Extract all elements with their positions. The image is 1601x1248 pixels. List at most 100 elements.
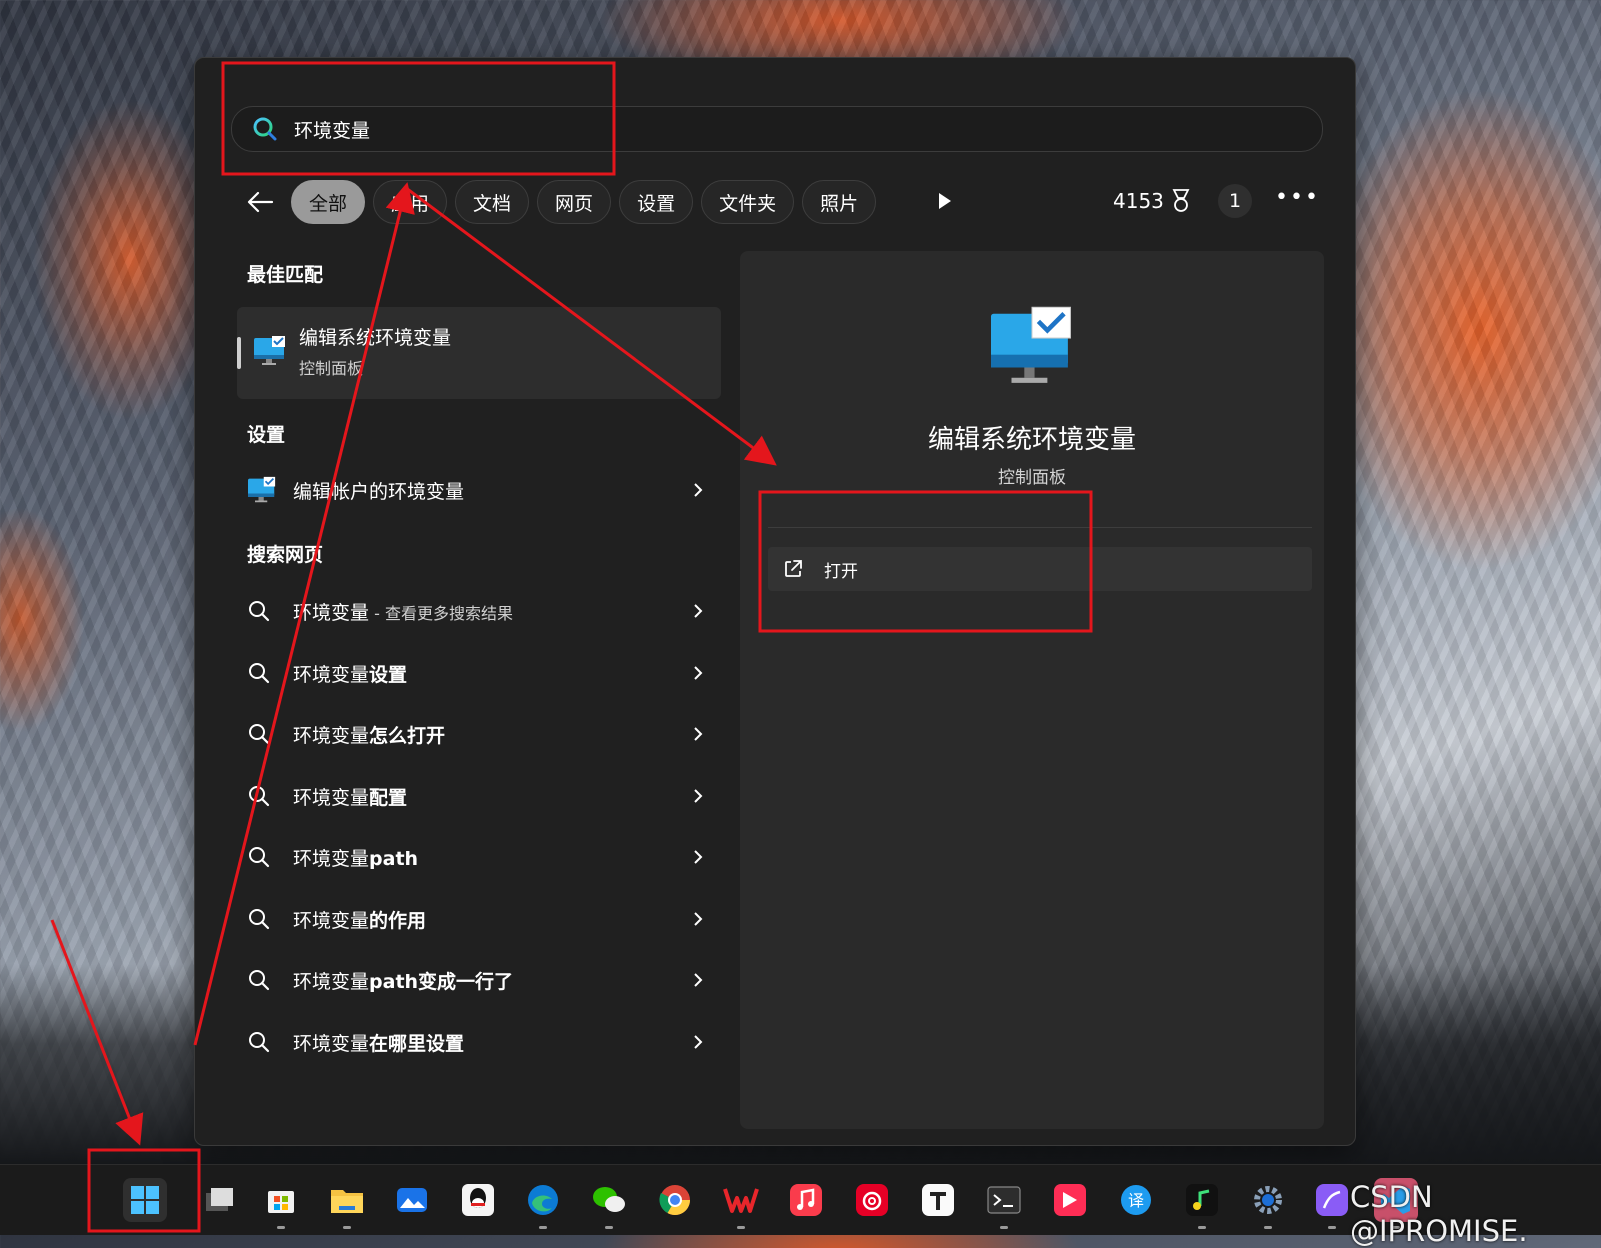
web-result-query: 环境变量: [293, 847, 370, 870]
chrome-icon: [659, 1185, 690, 1216]
web-result-query: 环境变量: [293, 1032, 370, 1055]
search-input[interactable]: [292, 117, 1196, 141]
running-indicator: [1198, 1226, 1206, 1229]
tab-all[interactable]: 全部: [291, 180, 366, 224]
web-result-item[interactable]: 环境变量 - 查看更多搜索结果: [247, 586, 717, 636]
watermark-text: CSDN @IPROMISE.: [1350, 1180, 1528, 1248]
web-result-completion: path: [369, 847, 419, 870]
settings-button[interactable]: [1246, 1178, 1290, 1229]
web-result-query: 环境变量: [293, 724, 370, 747]
search-panel: 全部 应用 文档 网页 设置 文件夹 照片 4153 1 ••• 最佳匹配 编辑…: [194, 57, 1356, 1146]
search-icon: [249, 909, 270, 930]
music-player-icon: [1186, 1184, 1218, 1216]
chevron-right-icon: [694, 666, 703, 680]
play-icon[interactable]: [931, 188, 957, 214]
qq-button[interactable]: [456, 1178, 500, 1222]
running-indicator: [277, 1226, 285, 1229]
photos-button[interactable]: [390, 1178, 434, 1222]
back-button[interactable]: [241, 183, 279, 221]
edge-icon: [528, 1185, 558, 1215]
divider: [768, 527, 1312, 528]
chevron-right-icon: [694, 789, 703, 803]
search-icon: [249, 601, 270, 622]
translate-button[interactable]: 译: [1114, 1178, 1158, 1222]
music-note-icon: [790, 1184, 822, 1216]
web-result-item[interactable]: 环境变量设置: [247, 648, 717, 698]
search-icon: [249, 970, 270, 991]
web-result-query: 环境变量: [293, 909, 370, 932]
chrome-button[interactable]: [653, 1178, 697, 1222]
web-result-query: 环境变量: [293, 970, 370, 993]
points-value: 4153: [1113, 189, 1164, 213]
netease-music-icon: [856, 1184, 888, 1216]
web-result-query: 环境变量: [293, 786, 370, 809]
system-properties-icon: [254, 336, 285, 365]
task-view-button[interactable]: [197, 1178, 241, 1222]
tab-folders[interactable]: 文件夹: [701, 180, 795, 224]
more-options-button[interactable]: •••: [1275, 185, 1320, 210]
result-preview-pane: 编辑系统环境变量 控制面板 打开: [740, 251, 1324, 1129]
tab-settings[interactable]: 设置: [619, 180, 694, 224]
web-result-item[interactable]: 环境变量path变成一行了: [247, 955, 717, 1005]
open-button-label: 打开: [824, 561, 858, 582]
tab-web[interactable]: 网页: [537, 180, 612, 224]
search-icon: [249, 724, 270, 745]
web-result-completion: path变成一行了: [369, 970, 514, 993]
tab-documents[interactable]: 文档: [455, 180, 530, 224]
rewards-points[interactable]: 4153: [1113, 188, 1192, 214]
music-player-button[interactable]: [1180, 1178, 1224, 1229]
web-result-item[interactable]: 环境变量在哪里设置: [247, 1017, 717, 1067]
open-external-icon: [785, 560, 802, 577]
running-indicator: [737, 1226, 745, 1229]
web-result-item[interactable]: 环境变量配置: [247, 771, 717, 821]
best-match-result[interactable]: 编辑系统环境变量 控制面板: [237, 307, 721, 399]
search-icon: [253, 117, 277, 141]
app-button[interactable]: [1310, 1178, 1354, 1229]
web-result-item[interactable]: 环境变量怎么打开: [247, 709, 717, 759]
running-indicator: [1000, 1226, 1008, 1229]
translate-icon: 译: [1121, 1185, 1151, 1215]
web-result-query: 环境变量: [293, 663, 370, 686]
wechat-button[interactable]: [587, 1178, 631, 1229]
terminal-icon: [987, 1186, 1021, 1214]
search-box[interactable]: [231, 106, 1323, 152]
running-indicator: [1328, 1226, 1336, 1229]
account-badge[interactable]: 1: [1218, 184, 1252, 218]
chevron-right-icon: [694, 727, 703, 741]
preview-subtitle: 控制面板: [998, 468, 1066, 488]
typora-button[interactable]: [916, 1178, 960, 1222]
web-result-completion: 的作用: [369, 909, 427, 932]
edge-button[interactable]: [521, 1178, 565, 1229]
apple-music-button[interactable]: [784, 1178, 828, 1222]
arrow-left-icon: [247, 191, 274, 213]
web-result-completion: 怎么打开: [369, 724, 446, 747]
microsoft-store-icon: [268, 1191, 294, 1213]
settings-item[interactable]: 编辑帐户的环境变量: [247, 465, 717, 515]
medal-icon: [1172, 189, 1190, 212]
section-best-match: 最佳匹配: [247, 264, 324, 286]
search-icon: [249, 786, 270, 807]
kuaishou-button[interactable]: [1048, 1178, 1092, 1222]
best-match-subtitle: 控制面板: [299, 359, 364, 378]
netease-music-button[interactable]: [850, 1178, 894, 1222]
tab-apps[interactable]: 应用: [373, 180, 448, 224]
typora-icon: [922, 1184, 954, 1216]
photos-icon: [397, 1188, 427, 1212]
wps-button[interactable]: [719, 1178, 763, 1229]
start-button[interactable]: [123, 1178, 167, 1222]
chevron-right-icon: [694, 604, 703, 618]
running-indicator: [1264, 1226, 1272, 1229]
web-result-item[interactable]: 环境变量path: [247, 832, 717, 882]
running-indicator: [605, 1226, 613, 1229]
search-icon: [249, 847, 270, 868]
microsoft-store-button[interactable]: [259, 1178, 303, 1229]
folder-icon: [331, 1190, 363, 1213]
web-result-item[interactable]: 环境变量的作用: [247, 894, 717, 944]
file-explorer-button[interactable]: [325, 1178, 369, 1229]
windows-logo-icon: [131, 1186, 159, 1214]
tab-photos[interactable]: 照片: [802, 180, 877, 224]
open-button[interactable]: 打开: [768, 547, 1312, 591]
chevron-right-icon: [694, 973, 703, 987]
section-settings: 设置: [247, 424, 286, 446]
terminal-button[interactable]: [982, 1178, 1026, 1229]
